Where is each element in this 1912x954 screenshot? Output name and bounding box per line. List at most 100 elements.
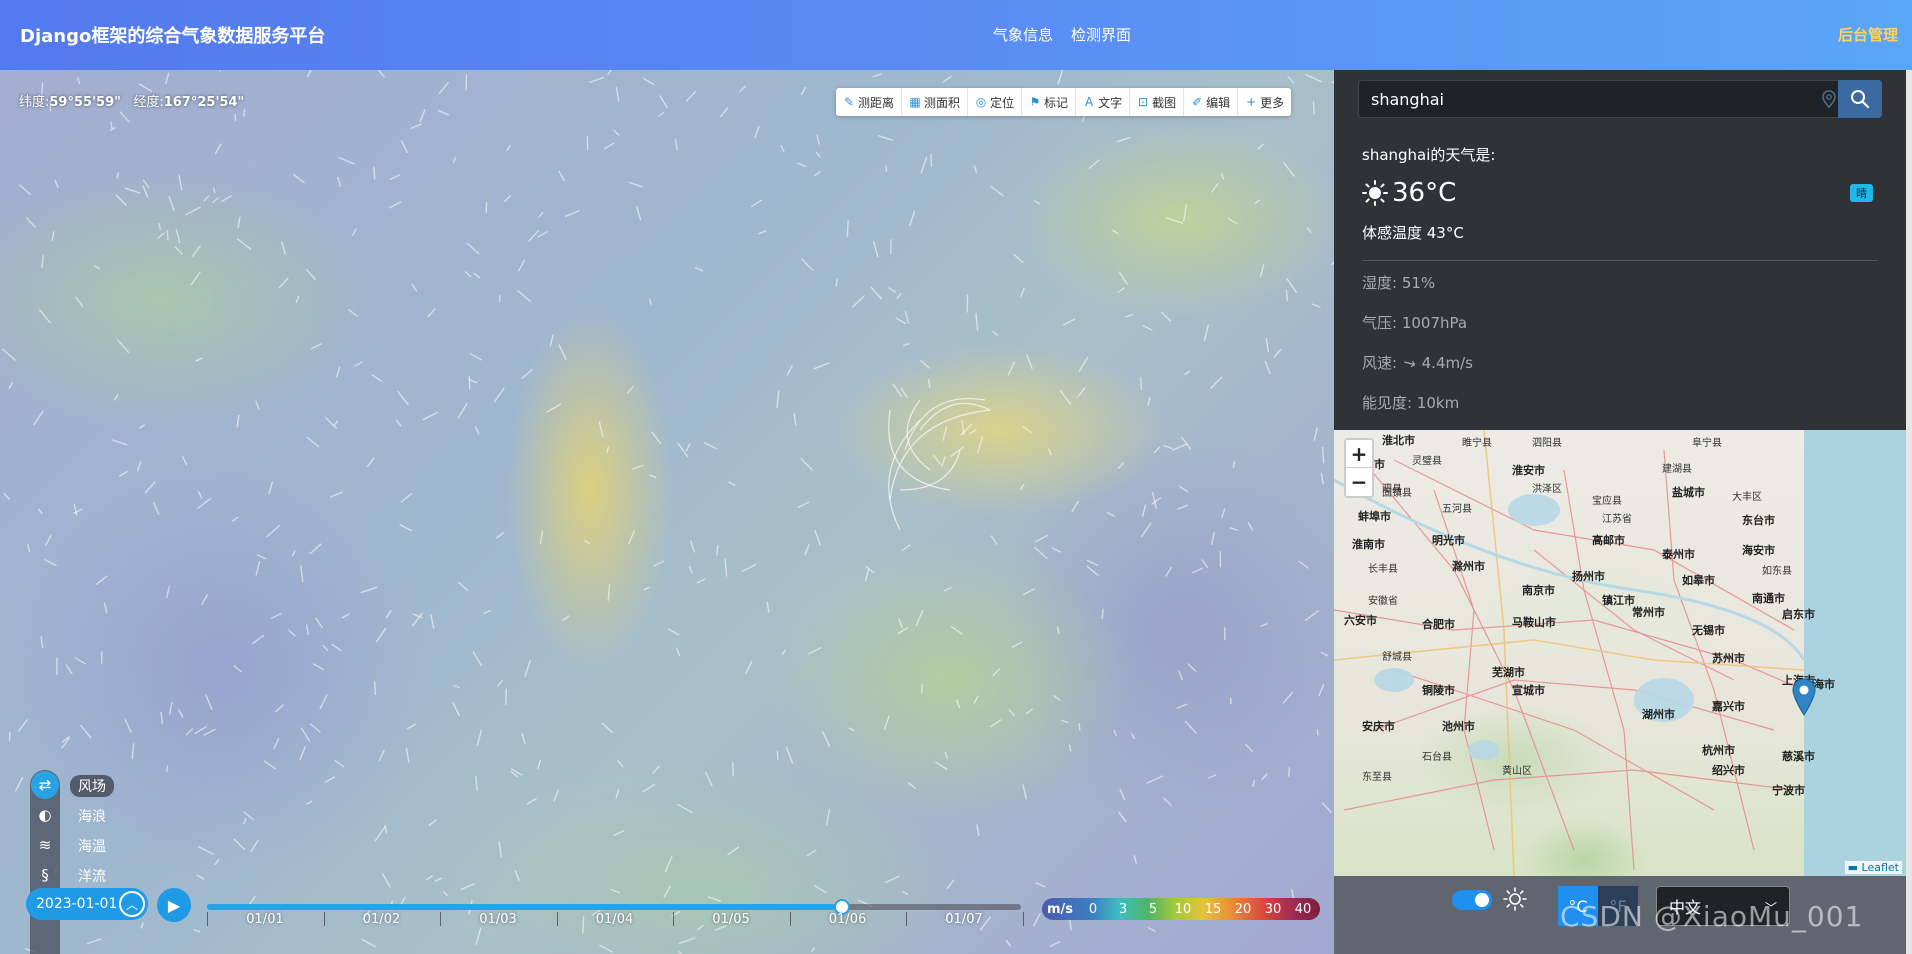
wind-streak bbox=[653, 560, 665, 567]
wind-streak bbox=[1177, 504, 1189, 510]
cursor-coordinates: 纬度:59°55'59" 经度:167°25'54" bbox=[19, 91, 244, 110]
wind-streak bbox=[1192, 567, 1204, 574]
wind-streak bbox=[815, 151, 821, 158]
nav-admin[interactable]: 后台管理 bbox=[1838, 24, 1898, 45]
wind-streak bbox=[1, 348, 16, 361]
wind-streak bbox=[373, 681, 376, 696]
wind-streak bbox=[190, 271, 201, 286]
timeline-ticks: 01/01 01/02 01/03 01/04 01/05 01/06 01/07 bbox=[207, 912, 1024, 954]
tool-edit[interactable]: ✐ 编辑 bbox=[1184, 88, 1239, 116]
location-marker-icon[interactable] bbox=[1791, 678, 1817, 716]
timeline-tick-label[interactable]: 01/06 bbox=[790, 912, 906, 927]
wind-streak bbox=[268, 481, 274, 495]
wind-streak bbox=[659, 95, 668, 108]
wind-streak bbox=[1220, 172, 1225, 180]
flag-icon: ⚑ bbox=[1029, 95, 1041, 109]
wind-streak bbox=[696, 578, 706, 584]
current-date: 2023-01-01 bbox=[36, 896, 118, 912]
map-place-label: 盐城市 bbox=[1672, 486, 1705, 499]
wind-streak bbox=[185, 728, 194, 736]
tool-text[interactable]: A 文字 bbox=[1076, 88, 1131, 116]
wind-streak bbox=[140, 922, 144, 929]
city-search-input[interactable] bbox=[1359, 81, 1829, 117]
wind-streak bbox=[196, 498, 212, 510]
nav-detection[interactable]: 检测界面 bbox=[1071, 24, 1131, 45]
wind-streak bbox=[86, 938, 102, 945]
timeline-tick-label[interactable]: 01/05 bbox=[673, 912, 789, 927]
wind-streak bbox=[558, 170, 565, 182]
wind-streak bbox=[306, 624, 309, 636]
area-icon: ▦ bbox=[909, 95, 921, 109]
page-scrollbar[interactable] bbox=[1906, 70, 1912, 954]
sea-temp-icon: ≋ bbox=[38, 836, 52, 854]
wind-streak bbox=[266, 525, 281, 538]
location-minimap[interactable]: 淮北市睢宁县泗阳县阜宁县宿州市灵璧县淮安市建湖县泗县洪泽区盐城市固镇县五河县宝应… bbox=[1334, 430, 1906, 876]
wind-streak bbox=[565, 210, 580, 218]
lon-label: 经度: bbox=[133, 95, 164, 110]
wind-streak bbox=[1111, 229, 1119, 235]
wind-streak bbox=[956, 699, 961, 709]
search-button[interactable] bbox=[1838, 80, 1882, 118]
timeline-tick-label[interactable]: 01/03 bbox=[440, 912, 556, 927]
timeline-tick-label[interactable]: 01/04 bbox=[557, 912, 673, 927]
tool-mark[interactable]: ⚑ 标记 bbox=[1022, 88, 1077, 116]
zoom-out-button[interactable]: − bbox=[1346, 468, 1372, 496]
tool-label: 编辑 bbox=[1206, 95, 1231, 110]
wind-streak bbox=[299, 746, 306, 761]
wind-streak bbox=[231, 516, 239, 522]
nav-weather-info[interactable]: 气象信息 bbox=[993, 24, 1053, 45]
layer-wind[interactable]: ⇄ 风场 bbox=[30, 771, 150, 799]
wind-streak bbox=[39, 309, 51, 324]
humidity-row: 湿度: 51% bbox=[1362, 274, 1436, 292]
map-place-label: 淮北市 bbox=[1382, 434, 1415, 447]
wind-streak bbox=[430, 614, 435, 629]
tool-locate[interactable]: ◎ 定位 bbox=[968, 88, 1023, 116]
wind-streak bbox=[233, 665, 242, 673]
wind-streak bbox=[1208, 774, 1217, 779]
tool-measure-distance[interactable]: ✎ 测距离 bbox=[836, 88, 903, 116]
wind-streak bbox=[116, 172, 120, 179]
wind-streak bbox=[397, 390, 409, 406]
wind-streak bbox=[705, 771, 713, 787]
wind-streak bbox=[1118, 811, 1127, 822]
wind-streak bbox=[214, 859, 220, 866]
layer-sea-temp[interactable]: ≋ 海温 bbox=[30, 832, 150, 858]
timeline-tick-label[interactable]: 01/01 bbox=[207, 912, 323, 927]
layer-wave[interactable]: ◐ 海浪 bbox=[30, 802, 150, 828]
timeline-tick-label[interactable]: 01/07 bbox=[906, 912, 1022, 927]
wind-icon: ⇄ bbox=[31, 771, 59, 799]
wind-streak bbox=[374, 826, 386, 842]
wind-streak bbox=[797, 501, 810, 508]
tool-screenshot[interactable]: ⊡ 截图 bbox=[1130, 88, 1185, 116]
date-picker[interactable]: 2023-01-01 ︿ bbox=[26, 888, 148, 920]
timeline-track[interactable] bbox=[207, 899, 1021, 915]
wind-streak bbox=[8, 731, 11, 742]
map-pin-icon[interactable] bbox=[1819, 89, 1839, 109]
map-place-label: 蚌埠市 bbox=[1358, 510, 1391, 523]
wind-streak bbox=[1142, 325, 1153, 331]
map-place-label: 启东市 bbox=[1782, 608, 1815, 621]
timeline-tick-label[interactable]: 01/02 bbox=[324, 912, 440, 927]
chevron-up-icon[interactable]: ︿ bbox=[119, 891, 145, 917]
wind-streak bbox=[615, 789, 620, 799]
wind-streak bbox=[1022, 426, 1032, 434]
map-place-label: 长丰县 bbox=[1368, 564, 1398, 575]
wind-streak bbox=[1140, 522, 1152, 538]
tool-measure-area[interactable]: ▦ 测面积 bbox=[902, 88, 969, 116]
wind-streak bbox=[1210, 376, 1223, 389]
wind-streak bbox=[103, 602, 108, 614]
theme-toggle[interactable] bbox=[1452, 890, 1492, 910]
map-attribution[interactable]: ▬ Leaflet bbox=[1844, 861, 1902, 874]
wind-map[interactable]: 纬度:59°55'59" 经度:167°25'54" ✎ 测距离 ▦ 测面积 ◎ 定位… bbox=[0, 70, 1334, 954]
wind-streak bbox=[601, 722, 613, 733]
wind-streak bbox=[539, 530, 544, 545]
play-button[interactable]: ▶ bbox=[157, 888, 191, 922]
wind-streak bbox=[195, 357, 203, 362]
wind-streak bbox=[1286, 278, 1298, 294]
map-place-label: 高邮市 bbox=[1592, 534, 1625, 547]
wind-streak bbox=[160, 711, 164, 725]
zoom-in-button[interactable]: + bbox=[1346, 440, 1372, 468]
tool-more[interactable]: + 更多 bbox=[1238, 88, 1291, 116]
layer-current[interactable]: § 洋流 bbox=[30, 862, 150, 888]
wind-streak bbox=[643, 586, 651, 591]
